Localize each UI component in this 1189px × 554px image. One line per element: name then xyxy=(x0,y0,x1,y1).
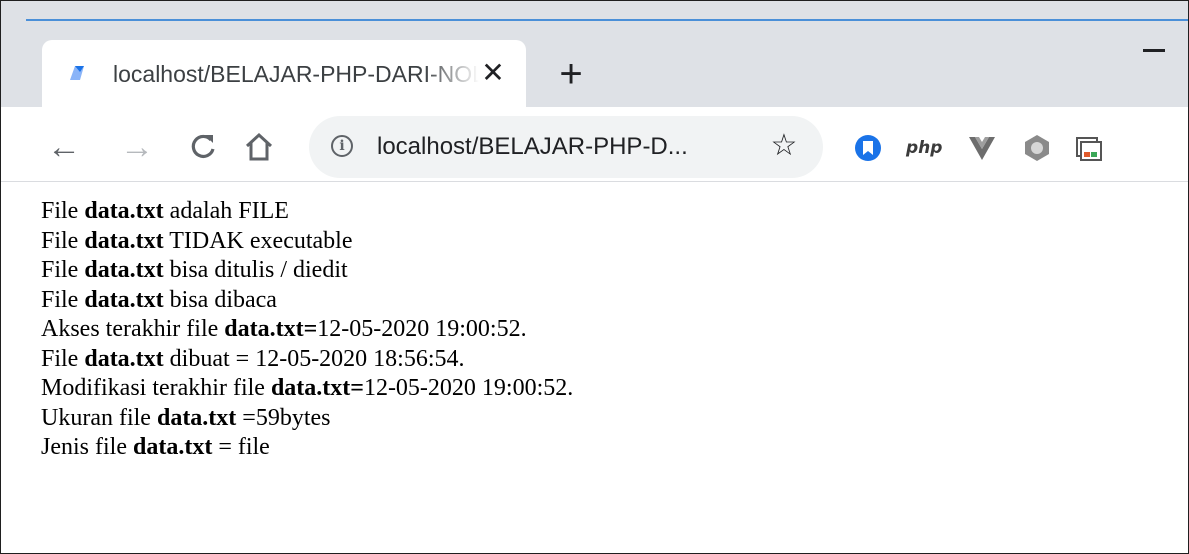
reload-glyph xyxy=(191,134,215,159)
info-text: = file xyxy=(212,434,270,460)
filename-text: data.txt xyxy=(132,434,213,460)
filename-text: data.txt xyxy=(84,227,164,254)
php-extension-icon[interactable]: php xyxy=(906,133,942,163)
vue-extension-icon[interactable] xyxy=(967,133,997,163)
filename-text: data.txt= xyxy=(224,316,318,342)
minimize-button[interactable] xyxy=(1143,49,1165,52)
info-text: Jenis file xyxy=(41,434,133,460)
info-text: File xyxy=(41,198,85,224)
gray-hexagon-extension-icon[interactable] xyxy=(1022,133,1052,163)
reload-icon[interactable] xyxy=(185,129,221,165)
info-text: bisa ditulis / diedit xyxy=(163,257,348,283)
new-tab-button[interactable]: + xyxy=(551,54,591,95)
info-icon[interactable]: i xyxy=(331,135,353,157)
file-info-line: File data.txt TIDAK executable xyxy=(41,227,1141,257)
info-text: 12-05-2020 19:00:52. xyxy=(317,316,527,342)
browser-toolbar: ← → i localhost/BELAJAR-PHP-D... ☆ php xyxy=(1,107,1188,182)
home-icon[interactable] xyxy=(241,129,277,165)
file-info-line: File data.txt bisa ditulis / diedit xyxy=(41,256,1141,286)
info-text: TIDAK executable xyxy=(163,227,353,254)
tab-strip: localhost/BELAJAR-PHP-DARI-NOL/ ✕ + xyxy=(1,1,1188,108)
tab-strip-accent-line xyxy=(26,19,1188,21)
info-text: Modifikasi terakhir file xyxy=(41,375,271,401)
file-info-line: Ukuran file data.txt =59bytes xyxy=(41,404,1141,434)
info-text: =59bytes xyxy=(236,404,331,431)
forward-arrow-icon[interactable]: → xyxy=(119,129,155,165)
address-bar[interactable]: i localhost/BELAJAR-PHP-D... ☆ xyxy=(309,116,823,178)
close-icon[interactable]: ✕ xyxy=(478,58,508,88)
file-info-line: Akses terakhir file data.txt=12-05-2020 … xyxy=(41,315,1141,345)
file-info-line: File data.txt bisa dibaca xyxy=(41,286,1141,316)
file-info-line: Modifikasi terakhir file data.txt=12-05-… xyxy=(41,374,1141,404)
info-text: File xyxy=(41,227,85,254)
back-arrow-icon[interactable]: ← xyxy=(46,129,82,165)
filename-text: data.txt xyxy=(84,286,164,313)
file-info-line: Jenis file data.txt = file xyxy=(41,433,1141,463)
filename-text: data.txt xyxy=(84,198,164,224)
browser-window: localhost/BELAJAR-PHP-DARI-NOL/ ✕ + ← → … xyxy=(0,0,1189,554)
info-text: dibuat = 12-05-2020 18:56:54. xyxy=(163,345,465,372)
page-content: File data.txt adalah FILE File data.txt T… xyxy=(41,197,1141,463)
info-text: bisa dibaca xyxy=(163,286,277,313)
localhost-favicon-icon xyxy=(70,66,84,80)
file-info-line: File data.txt dibuat = 12-05-2020 18:56:… xyxy=(41,345,1141,375)
filename-text: data.txt xyxy=(84,257,164,283)
info-text: 12-05-2020 19:00:52. xyxy=(363,375,574,401)
filename-text: data.txt= xyxy=(270,375,364,401)
url-text[interactable]: localhost/BELAJAR-PHP-D... xyxy=(377,132,717,162)
filename-text: data.txt xyxy=(84,345,164,372)
info-text: Ukuran file xyxy=(41,404,157,431)
active-tab[interactable]: localhost/BELAJAR-PHP-DARI-NOL/ ✕ xyxy=(42,40,526,108)
info-text: File xyxy=(41,345,85,372)
file-info-line: File data.txt adalah FILE xyxy=(41,197,1141,227)
info-text: adalah FILE xyxy=(163,198,289,224)
info-text: File xyxy=(41,286,85,313)
filename-text: data.txt xyxy=(156,404,237,431)
window-extension-icon[interactable] xyxy=(1073,133,1103,163)
home-glyph xyxy=(245,132,273,161)
info-text: Akses terakhir file xyxy=(41,316,225,342)
blue-bookmark-extension-icon[interactable] xyxy=(853,133,883,163)
info-text: File xyxy=(41,257,85,283)
tab-title: localhost/BELAJAR-PHP-DARI-NOL/ xyxy=(113,61,479,87)
star-icon[interactable]: ☆ xyxy=(768,130,800,162)
